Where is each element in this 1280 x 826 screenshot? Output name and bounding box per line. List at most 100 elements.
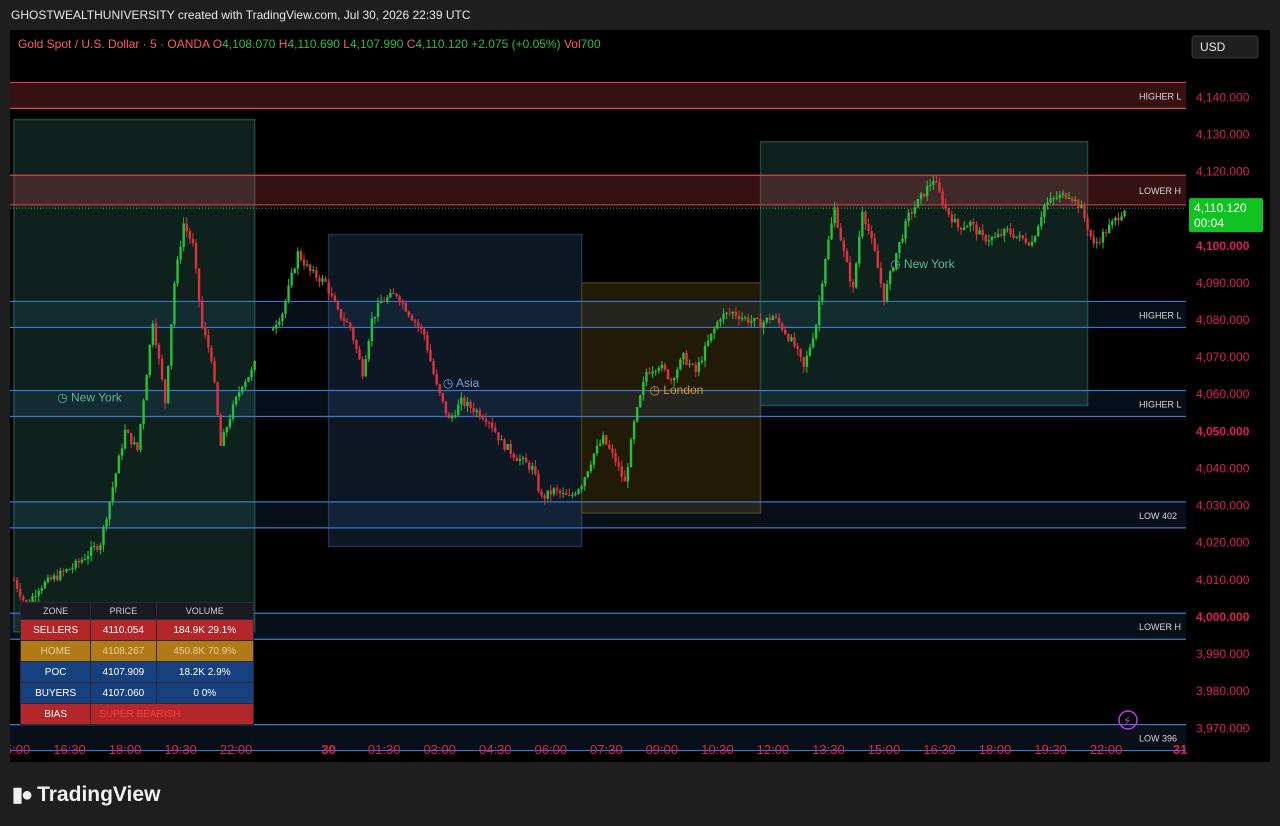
- price-cell: 4107.060: [90, 682, 157, 704]
- candle-body: [59, 570, 62, 580]
- candle-body: [238, 392, 241, 397]
- price-tick-label: 4,040.000: [1196, 461, 1250, 475]
- candle-body: [518, 458, 522, 461]
- chart-caption: GHOSTWEALTHUNIVERSITY created with Tradi…: [11, 8, 471, 22]
- candle-body: [962, 227, 966, 230]
- candle-body: [972, 221, 975, 225]
- candle-body: [472, 407, 475, 413]
- candle-body: [278, 321, 281, 325]
- session-label: ◷ Asia: [443, 376, 480, 390]
- current-price-tag: 4,110.12000:04: [1189, 198, 1263, 233]
- time-tick-label: 07:30: [590, 742, 623, 757]
- time-tick-label: 15:00: [868, 742, 901, 757]
- candle-body: [204, 326, 207, 336]
- candle-body: [1006, 228, 1009, 230]
- candle-body: [154, 323, 158, 345]
- candle-body: [1117, 217, 1120, 221]
- time-tick-label: 16:30: [923, 742, 956, 757]
- candle-body: [827, 239, 830, 260]
- zone-label: HIGHER L: [1139, 91, 1182, 101]
- tradingview-logo-icon: ▮●: [12, 784, 33, 806]
- candle-body: [830, 223, 833, 240]
- candle-body: [808, 347, 812, 356]
- candle-body: [450, 415, 454, 419]
- time-tick-label: 19:30: [1034, 742, 1067, 757]
- candle-body: [386, 297, 389, 302]
- alert-lightning-icon[interactable]: ⚡: [1118, 710, 1138, 730]
- candle-body: [379, 300, 383, 304]
- candle-body: [40, 588, 43, 591]
- candle-body: [392, 292, 395, 294]
- candle-body: [805, 355, 809, 367]
- candle-body: [102, 526, 105, 546]
- candle-body: [293, 268, 296, 273]
- candle-body: [561, 492, 565, 494]
- session-label: ◷ New York: [57, 391, 123, 405]
- candle-body: [617, 462, 620, 467]
- candle-body: [312, 269, 315, 271]
- time-axis: 15:00 16:30 18:00 19:30 22:00 30 01:30 03:00 04:…: [10, 742, 1187, 757]
- candle-body: [179, 246, 182, 260]
- time-tick-label: 22:00: [220, 742, 253, 757]
- candle-body: [515, 457, 519, 461]
- candle-body: [1123, 210, 1126, 217]
- candle-body: [700, 360, 704, 363]
- candle-body: [750, 321, 753, 323]
- candle-body: [993, 236, 997, 238]
- tradingview-logo[interactable]: ▮● TradingView: [12, 782, 160, 807]
- candle-body: [475, 410, 478, 413]
- candle-body: [426, 335, 429, 351]
- candle-body: [1120, 216, 1123, 221]
- candle-body: [774, 316, 778, 318]
- candle-body: [453, 415, 457, 417]
- zone-label: HIGHER L: [1139, 310, 1182, 320]
- price-tick-label: 4,010.000: [1196, 573, 1250, 587]
- candle-body: [65, 569, 68, 572]
- candle-body: [364, 359, 367, 377]
- candle-body: [170, 324, 173, 366]
- candle-body: [716, 322, 719, 329]
- candle-body: [93, 546, 96, 548]
- candle-body: [722, 313, 725, 320]
- candle-body: [324, 278, 327, 282]
- candle-body: [281, 313, 284, 322]
- candle-body: [524, 457, 528, 463]
- candle-body: [571, 494, 574, 496]
- candle-body: [929, 184, 932, 186]
- currency-button[interactable]: USD: [1191, 35, 1259, 59]
- candle-body: [824, 259, 827, 284]
- candle-body: [126, 429, 130, 434]
- candle-body: [18, 588, 22, 597]
- candle-body: [228, 418, 232, 428]
- candle-body: [558, 490, 562, 494]
- candle-body: [602, 435, 605, 444]
- candle-body: [133, 442, 136, 445]
- candle-body: [34, 595, 37, 597]
- time-tick-label: 18:00: [979, 742, 1012, 757]
- price-tick-label: 3,980.000: [1196, 684, 1250, 698]
- candle-body: [74, 560, 77, 568]
- candle-body: [484, 419, 488, 423]
- candle-body: [157, 344, 161, 359]
- chart-area[interactable]: HIGHER L LOWER H HIGHER L HIGHER L LOW 402 LO…: [10, 30, 1270, 762]
- zone-label: LOWER H: [1139, 622, 1181, 632]
- candle-body: [435, 373, 438, 385]
- candle-body: [123, 429, 127, 449]
- candle-body: [1111, 220, 1114, 225]
- candle-body: [15, 579, 19, 589]
- candle-body: [225, 427, 229, 433]
- candle-body: [904, 221, 907, 239]
- candle-body: [975, 224, 978, 235]
- candle-body: [80, 559, 84, 563]
- candle-body: [83, 558, 87, 560]
- candle-body: [250, 369, 253, 378]
- candle-body: [1083, 204, 1086, 219]
- candle-body: [290, 272, 293, 286]
- volume-cell: 0 0%: [155, 682, 255, 704]
- candle-body: [447, 413, 451, 419]
- candle-body: [855, 263, 858, 288]
- candle-body: [108, 501, 111, 520]
- candle-body: [1003, 229, 1006, 236]
- time-tick-label: 01:30: [368, 742, 401, 757]
- candle-body: [944, 204, 947, 209]
